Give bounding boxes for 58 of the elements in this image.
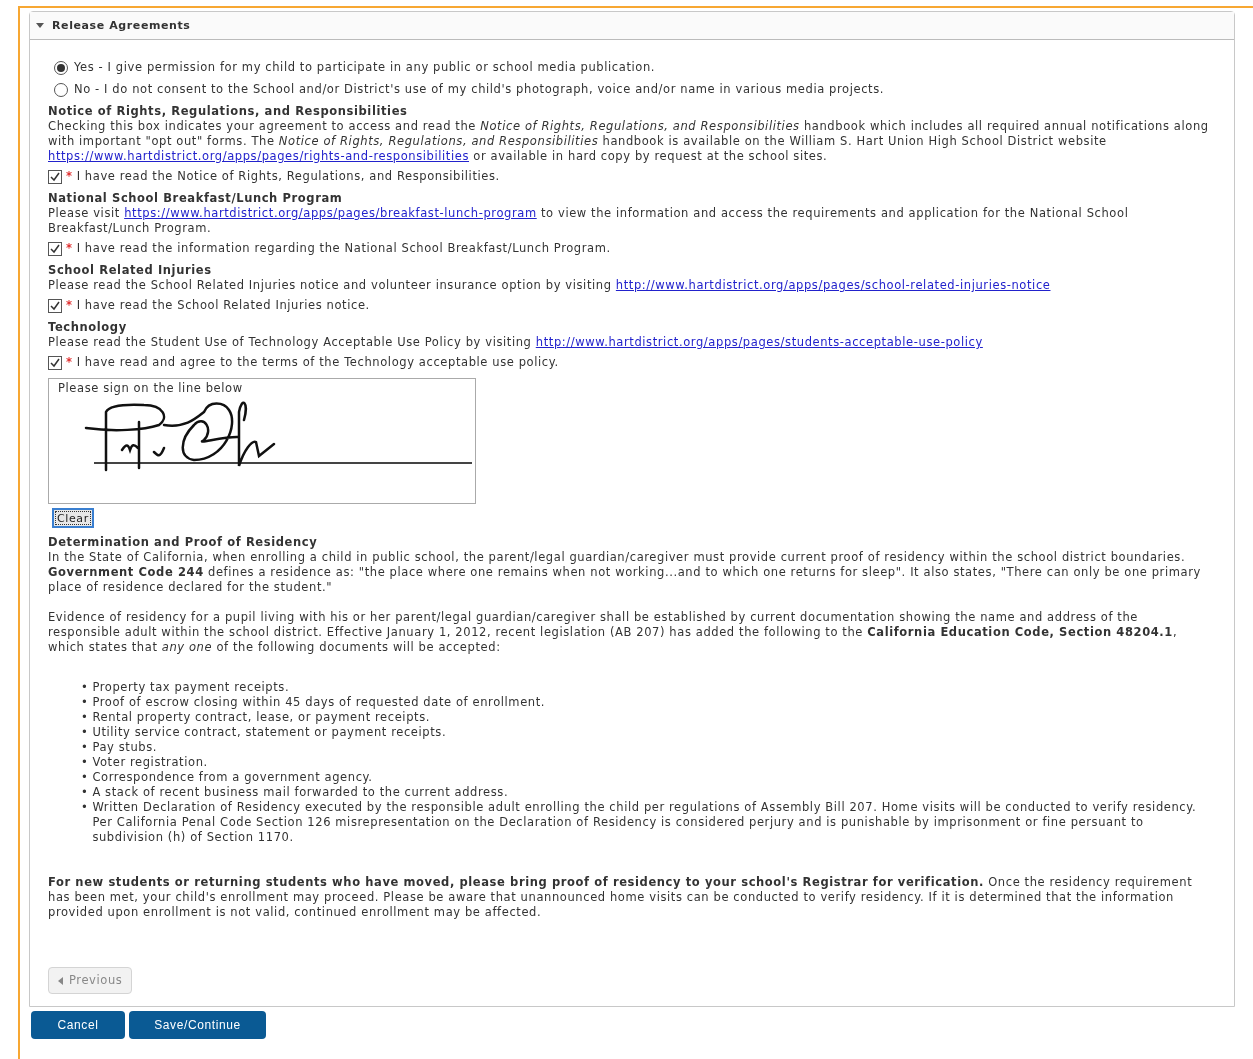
bullet: • bbox=[81, 710, 89, 725]
signature-pad[interactable]: Please sign on the line below bbox=[48, 378, 476, 504]
bullet: • bbox=[81, 770, 89, 785]
checkbox[interactable] bbox=[48, 298, 62, 313]
bullet: • bbox=[81, 680, 89, 695]
signature-prompt: Please sign on the line below bbox=[58, 381, 244, 396]
required-mark: * bbox=[66, 355, 73, 370]
bullet: • bbox=[81, 740, 89, 755]
required-mark: * bbox=[66, 298, 73, 313]
radio-label: Yes - I give permission for my child to participate in any public or school media publication. bbox=[74, 60, 656, 75]
link[interactable]: http://www.hartdistrict.org/apps/pages/students-acceptable-use-policy bbox=[535, 335, 983, 349]
list-item-text: Written Declaration of Residency executed by the responsible adult enrolling the child per regulations of Assembly Bill 207. Home visits will be conducted to verify residency. Per California Penal Code Section 126 misrepresentation on the Declaration of Residency is considered perjury and is punishable by imprisonment or fine persuant to subdivision (h) of Section 1170. bbox=[92, 800, 1198, 845]
link[interactable]: https://www.hartdistrict.org/apps/pages/rights-and-responsibilities bbox=[48, 149, 469, 163]
section-text: Please visit https://www.hartdistrict.org/apps/pages/breakfast-lunch-program to view the information and access the requirements and application for the National School Breakfast/Lunch Program. bbox=[48, 206, 1130, 236]
radio-button[interactable] bbox=[54, 82, 68, 97]
section-heading: Notice of Rights, Regulations, and Responsibilities bbox=[48, 104, 409, 119]
section-heading: Determination and Proof of Residency bbox=[48, 535, 319, 550]
checkbox[interactable] bbox=[48, 355, 62, 370]
checkbox[interactable] bbox=[48, 169, 62, 184]
paragraph: For new students or returning students who have moved, please bring proof of residency to your school's Registrar for verification. Once the residency requirement has been met, your child's enrollment may proceed. Please be aware that unannounced home visits can be conducted to verify residency. If it is determined that the information provided upon enrollment is not valid, continued enrollment may be affected. bbox=[48, 875, 1194, 920]
bullet: • bbox=[81, 695, 89, 710]
section-text: Please read the Student Use of Technology Acceptable Use Policy by visiting http://www.hartdistrict.org/apps/pages/students-acceptable-use-policy bbox=[48, 335, 984, 350]
caret-icon bbox=[36, 21, 44, 30]
checkbox-label: I have read and agree to the terms of the Technology acceptable use policy. bbox=[76, 355, 559, 370]
required-mark: * bbox=[66, 241, 73, 256]
paragraph: Evidence of residency for a pupil living with his or her parent/legal guardian/caregiver shall be established by current documentation showing the name and address of the responsible adult within the school district. Effective January 1, 2012, recent legislation (AB 207) has added the following to the California Education Code, Section 48204.1, which states that any one of the following documents will be accepted: bbox=[48, 610, 1179, 655]
list-item-text: A stack of recent business mail forwarded to the current address. bbox=[92, 785, 509, 800]
clear-button[interactable]: Clear bbox=[52, 508, 94, 528]
link[interactable]: https://www.hartdistrict.org/apps/pages/breakfast-lunch-program bbox=[124, 206, 537, 220]
list-item-text: Pay stubs. bbox=[92, 740, 158, 755]
checkbox[interactable] bbox=[48, 241, 62, 256]
link[interactable]: http://www.hartdistrict.org/apps/pages/school-related-injuries-notice bbox=[615, 278, 1051, 292]
section-text: Please read the School Related Injuries notice and volunteer insurance option by visiting http://www.hartdistrict.org/apps/pages/school-related-injuries-notice bbox=[48, 278, 1052, 293]
checkbox-label: I have read the Notice of Rights, Regulations, and Responsibilities. bbox=[76, 169, 500, 184]
checkbox-label: I have read the information regarding the National School Breakfast/Lunch Program. bbox=[76, 241, 611, 256]
bullet: • bbox=[81, 785, 89, 800]
list-item-text: Proof of escrow closing within 45 days of requested date of enrollment. bbox=[92, 695, 546, 710]
required-mark: * bbox=[66, 169, 73, 184]
caret-icon bbox=[58, 976, 63, 985]
footer-button[interactable]: Save/Continue bbox=[129, 1011, 266, 1039]
list-item-text: Rental property contract, lease, or payment receipts. bbox=[92, 710, 430, 725]
checkbox-label: I have read the School Related Injuries notice. bbox=[76, 298, 370, 313]
paragraph: In the State of California, when enrolling a child in public school, the parent/legal guardian/caregiver must provide current proof of residency within the school district boundaries. Government Code 244 defines a residence as: "the place where one remains when not working...and to which one returns for sleep". It also states, "There can only be one primary place of residence declared for the student." bbox=[48, 550, 1202, 595]
list-item-text: Utility service contract, statement or payment receipts. bbox=[92, 725, 447, 740]
bullet: • bbox=[81, 755, 89, 770]
section-text: Checking this box indicates your agreement to access and read the Notice of Rights, Regulations, and Responsibilities handbook which includes all required annual notifications along with important "opt out" forms. The Notice of Rights, Regulations, and Responsibilities handbook is available on the William S. Hart Union High School District website https://www.hartdistrict.org/apps/pages/rights-and-responsibilities or available in hard copy by request at the school sites. bbox=[48, 119, 1210, 164]
list-item-text: Voter registration. bbox=[92, 755, 208, 770]
section-heading: School Related Injuries bbox=[48, 263, 213, 278]
list-item-text: Correspondence from a government agency. bbox=[92, 770, 373, 785]
section-heading: National School Breakfast/Lunch Program bbox=[48, 191, 344, 206]
bullet: • bbox=[81, 800, 89, 816]
section-heading: Technology bbox=[48, 320, 128, 335]
bullet: • bbox=[81, 725, 89, 740]
radio-button[interactable] bbox=[54, 60, 68, 75]
list-item-text: Property tax payment receipts. bbox=[92, 680, 290, 695]
panel-header[interactable]: Release Agreements bbox=[30, 12, 1234, 40]
radio-label: No - I do not consent to the School and/or District's use of my child's photograph, voice and/or name in various media projects. bbox=[74, 82, 885, 97]
footer-button[interactable]: Cancel bbox=[31, 1011, 125, 1039]
